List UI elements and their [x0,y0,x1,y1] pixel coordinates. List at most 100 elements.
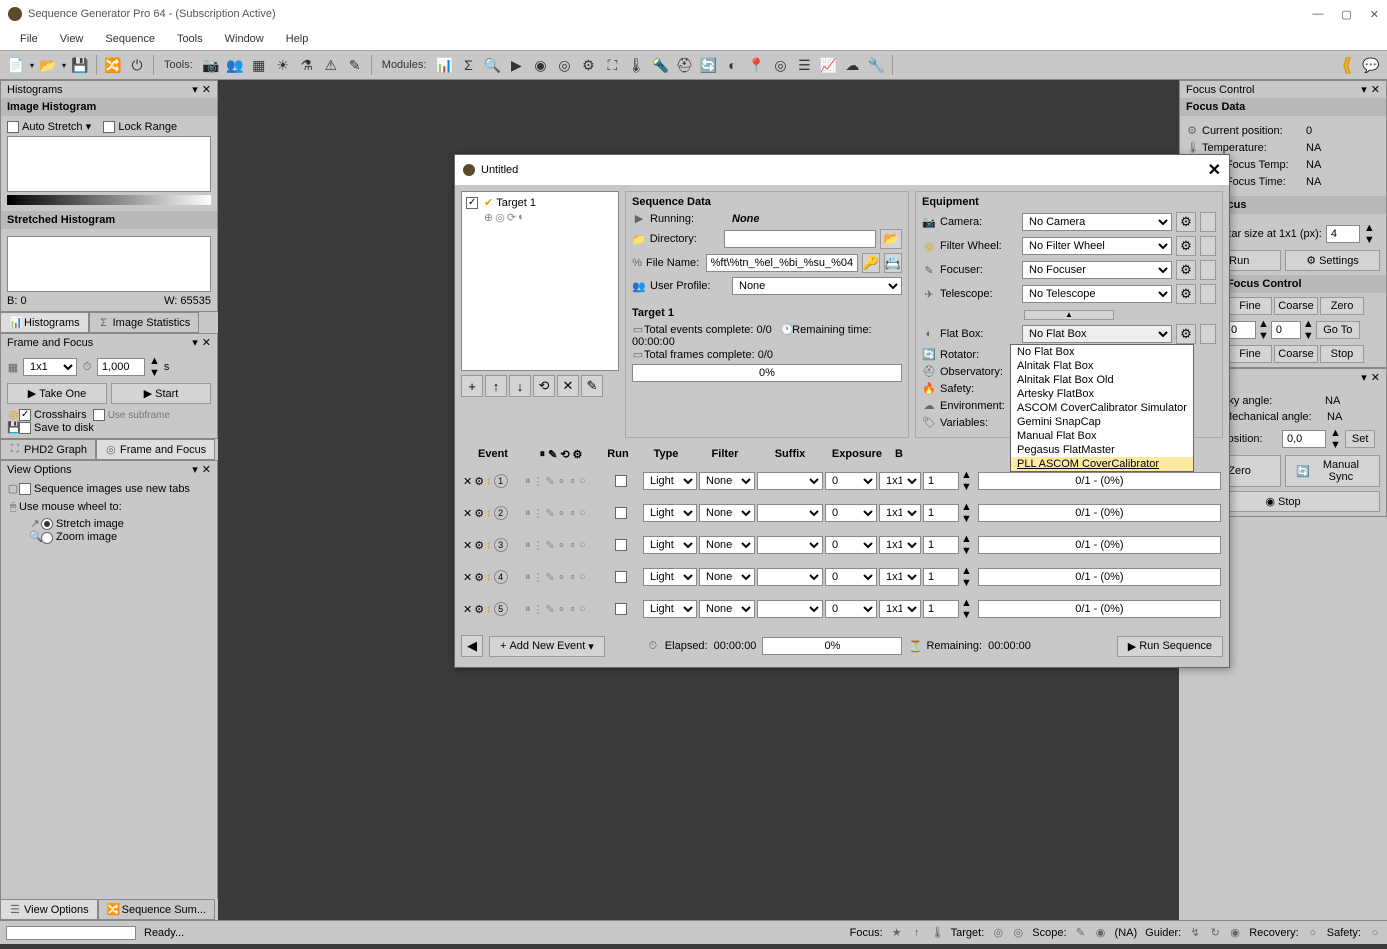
tab-histograms[interactable]: 📊Histograms [0,312,89,333]
camera-select[interactable]: No Camera [1022,213,1172,231]
ev-i6[interactable]: ○ [579,603,586,616]
subframe-check[interactable] [93,409,105,421]
ev-up-icon[interactable]: ↕ [486,507,492,519]
mod-flash-icon[interactable]: 🔦 [650,55,670,75]
mod-pin-icon[interactable]: 📍 [746,55,766,75]
cam-connect[interactable] [1200,212,1216,232]
tab-phd2[interactable]: ⛶PHD2 Graph [0,439,96,460]
ev-i4[interactable]: ⚬ [557,603,566,616]
ev-run-check[interactable] [615,507,627,519]
ev-i6[interactable]: ○ [579,507,586,520]
fw-connect[interactable] [1200,236,1216,256]
fb-opt-2[interactable]: Alnitak Flat Box Old [1011,373,1193,387]
ev-i5[interactable]: ⚬ [568,475,577,488]
flatbox-dropdown[interactable]: No Flat Box Alnitak Flat Box Alnitak Fla… [1010,344,1194,472]
ev-bin-select[interactable]: 1x1 [879,504,921,522]
rot-dropdown-icon[interactable]: ▾ [1361,371,1367,384]
target-up-button[interactable]: ↑ [485,375,507,397]
ev-delete-icon[interactable]: ✕ [463,475,472,488]
tel-settings[interactable]: ⚙ [1176,284,1196,304]
ev-delete-icon[interactable]: ✕ [463,507,472,520]
ev-i3[interactable]: ✎ [546,603,555,616]
ev-i4[interactable]: ⚬ [557,475,566,488]
ev-type-select[interactable]: Light [643,536,697,554]
steps1-input[interactable] [1226,321,1256,339]
t-icon4[interactable]: ◐ [518,211,525,224]
ev-rep-dn[interactable]: ▼ [961,609,972,621]
ev-filter-select[interactable]: None [699,536,755,554]
tb-power[interactable]: ⏻ [127,55,147,75]
t-icon1[interactable]: ⊕ [484,211,493,224]
run-sequence-button[interactable]: ▶ Run Sequence [1117,636,1223,657]
gradient-bar[interactable] [7,195,211,205]
fc-close-icon[interactable]: ✕ [1371,83,1380,96]
fc-dropdown-icon[interactable]: ▾ [1361,83,1367,96]
scroll-left-button[interactable]: ◀ [461,635,483,657]
fb-opt-4[interactable]: ASCOM CoverCalibrator Simulator [1011,401,1193,415]
crosshairs-check[interactable] [19,409,31,421]
ev-type-select[interactable]: Light [643,600,697,618]
ff-dropdown-icon[interactable]: ▾ [192,336,198,349]
in-zero-button[interactable]: Zero [1320,297,1364,315]
ev-i4[interactable]: ⚬ [557,539,566,552]
equipment-expand[interactable]: ▲ [1024,310,1114,320]
ev-i5[interactable]: ⚬ [568,571,577,584]
fb-opt-0[interactable]: No Flat Box [1011,345,1193,359]
ev-exp-select[interactable]: 0 [825,504,877,522]
tool-grid-icon[interactable]: ▦ [249,55,269,75]
ms-up[interactable]: ▲ [1364,222,1375,234]
ev-i6[interactable]: ○ [579,539,586,552]
ev-type-select[interactable]: Light [643,472,697,490]
mod-zoom-icon[interactable]: 🔍 [482,55,502,75]
out-stop-button[interactable]: Stop [1320,345,1364,363]
ff-close-icon[interactable]: ✕ [202,336,211,349]
ev-i2[interactable]: ⋮ [533,475,544,488]
mod-chart-icon[interactable]: 📊 [434,55,454,75]
menu-help[interactable]: Help [286,33,309,45]
ev-rep-up[interactable]: ▲ [961,565,972,577]
mod-dome-icon[interactable]: ⛑ [674,55,694,75]
s1-dn[interactable]: ▼ [1258,330,1269,342]
lock-range-check[interactable] [103,121,115,133]
ev-suffix-select[interactable] [757,536,823,554]
profile-select[interactable]: None [732,277,902,295]
flatbox-select[interactable]: No Flat Box [1022,325,1172,343]
tab-view-options[interactable]: ☰View Options [0,899,98,920]
tab-frame-focus[interactable]: ◎Frame and Focus [96,439,215,460]
foc-connect[interactable] [1200,260,1216,280]
sp-up[interactable]: ▲ [1330,427,1341,439]
ev-rep-up[interactable]: ▲ [961,501,972,513]
take-one-button[interactable]: ▶Take One [7,383,107,404]
ev-gear-icon[interactable]: ⚙ [474,571,484,584]
ev-up-icon[interactable]: ↕ [486,475,492,487]
in-coarse-button[interactable]: Coarse [1274,297,1318,315]
ev-i5[interactable]: ⚬ [568,603,577,616]
targets-list[interactable]: ✔ Target 1 ⊕◎⟳◐ [461,191,619,371]
ev-rep-input[interactable] [923,600,959,618]
vo-dropdown-icon[interactable]: ▾ [192,463,198,476]
ev-i2[interactable]: ⋮ [533,507,544,520]
ev-gear-icon[interactable]: ⚙ [474,475,484,488]
ev-run-check[interactable] [615,603,627,615]
ev-i3[interactable]: ✎ [546,507,555,520]
target-reset-button[interactable]: ⟲ [533,375,555,397]
t-icon3[interactable]: ⟳ [507,211,516,224]
ev-delete-icon[interactable]: ✕ [463,603,472,616]
s2-dn[interactable]: ▼ [1303,330,1314,342]
tool-profile-icon[interactable]: 👥 [225,55,245,75]
telescope-select[interactable]: No Telescope [1022,285,1172,303]
manual-sync-button[interactable]: 🔄 Manual Sync [1285,455,1380,487]
ev-i6[interactable]: ○ [579,571,586,584]
ev-rep-input[interactable] [923,504,959,522]
ev-i5[interactable]: ⚬ [568,507,577,520]
ev-rep-dn[interactable]: ▼ [961,545,972,557]
browse-dir-button[interactable]: 📂 [880,229,902,249]
tb-new[interactable]: 📄 [6,55,26,75]
s1-up[interactable]: ▲ [1258,318,1269,330]
ev-exp-select[interactable]: 0 [825,472,877,490]
mod-refresh-icon[interactable]: 🔄 [698,55,718,75]
notify-icon[interactable]: ⟪ [1337,55,1357,75]
mod-contrast-icon[interactable]: ◐ [722,55,742,75]
ev-suffix-select[interactable] [757,568,823,586]
ev-rep-up[interactable]: ▲ [961,469,972,481]
